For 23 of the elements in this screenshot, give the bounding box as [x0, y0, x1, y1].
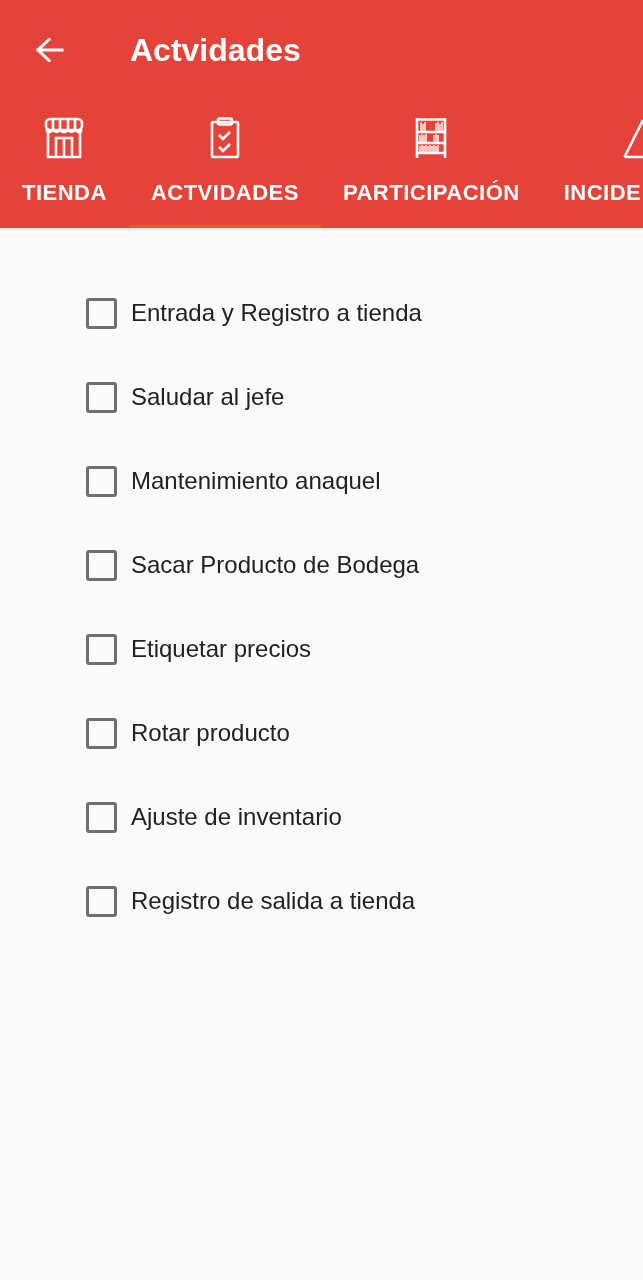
checkbox[interactable]: [86, 801, 117, 833]
checkbox-label[interactable]: Mantenimiento anaquel: [131, 466, 381, 496]
checkbox[interactable]: [86, 297, 117, 329]
checkbox[interactable]: [86, 381, 117, 413]
checkbox-label[interactable]: Registro de salida a tienda: [131, 886, 416, 916]
checkbox-label[interactable]: Ajuste de inventario: [131, 802, 342, 832]
checkbox[interactable]: [86, 717, 117, 749]
tab[interactable]: TIENDA: [0, 100, 129, 228]
checkbox-label[interactable]: Entrada y Registro a tienda: [131, 298, 422, 328]
checkbox-label[interactable]: Rotar producto: [131, 718, 290, 748]
checkbox-label[interactable]: Saludar al jefe: [131, 382, 285, 412]
checkbox[interactable]: [86, 549, 117, 581]
checkbox[interactable]: [86, 885, 117, 917]
screen-title: Actvidades: [130, 31, 301, 69]
checkbox[interactable]: [86, 633, 117, 665]
back-arrow-icon[interactable]: [36, 38, 64, 62]
tab[interactable]: PARTICIPACIÓN: [320, 100, 542, 228]
checkbox-label[interactable]: Etiquetar precios: [131, 634, 312, 664]
warning-icon: [623, 117, 643, 159]
checkbox-label[interactable]: Sacar Producto de Bodega: [131, 550, 420, 580]
checkbox[interactable]: [86, 465, 117, 497]
tab[interactable]: ACTVIDADES: [128, 100, 321, 228]
tab[interactable]: INCIDE: [541, 100, 643, 228]
